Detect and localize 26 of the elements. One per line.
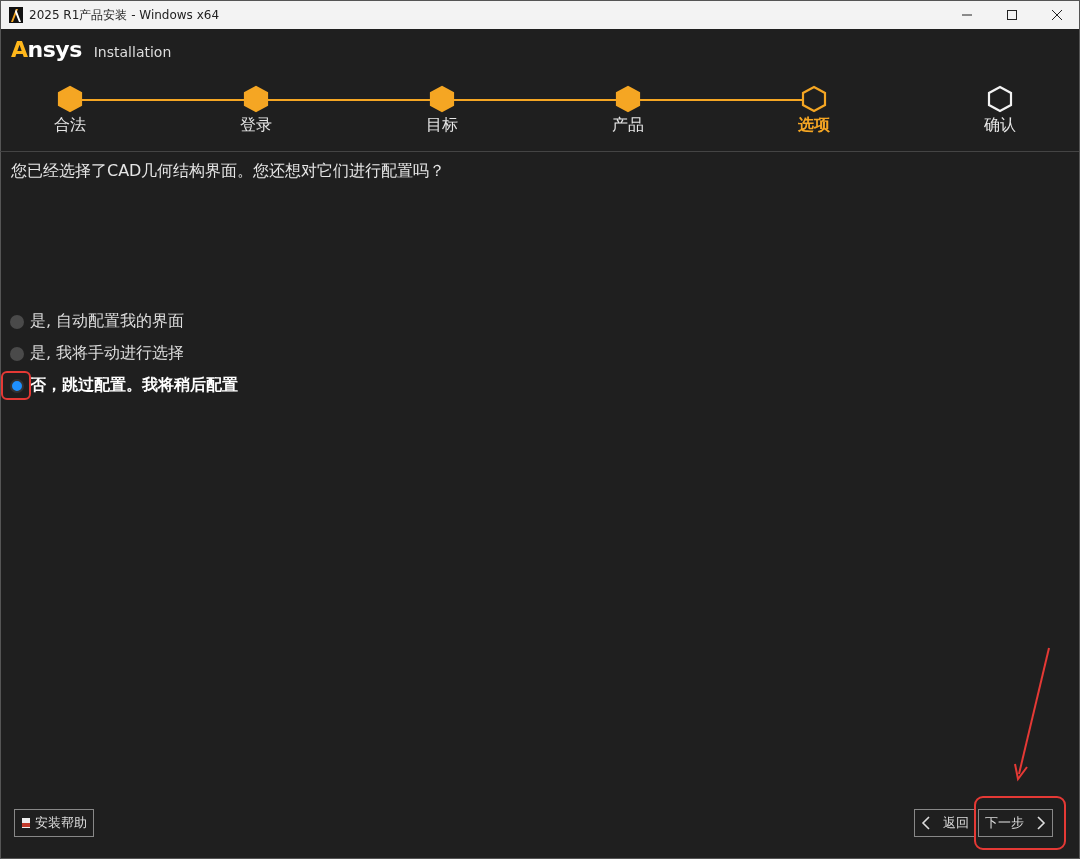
pdf-file-icon [21,818,31,828]
radio-button[interactable] [10,378,24,393]
chevron-left-icon [920,816,931,830]
option-label[interactable]: 是, 我将手动进行选择 [30,343,185,364]
chevron-right-icon [1036,816,1046,830]
maximize-icon[interactable] [1005,9,1018,21]
brand-logo: Ansys [11,37,82,62]
step-label: 确认 [984,115,1016,136]
window-title: 2025 R1产品安装 - Windows x64 [29,6,221,24]
step-label: 合法 [54,115,86,136]
help-button[interactable]: 安装帮助 [14,809,94,837]
next-button[interactable]: 下一步 [977,809,1053,837]
question-text: 您已经选择了CAD几何结构界面。您还想对它们进行配置吗？ [10,160,447,182]
option-label[interactable]: 否，跳过配置。我将稍后配置 [30,375,238,396]
close-icon[interactable] [1050,9,1063,21]
app-logo-icon [9,7,23,23]
back-button[interactable]: 返回 [913,809,976,837]
step-label: 目标 [426,115,458,136]
radio-button[interactable] [10,314,24,329]
step-label: 登录 [240,115,272,136]
option-label[interactable]: 是, 自动配置我的界面 [30,311,185,332]
step-label: 选项 [798,115,830,136]
radio-button[interactable] [10,346,24,361]
annotation-highlight [1,371,31,400]
step-label: 产品 [612,115,644,136]
header-subtitle: Installation [93,44,172,60]
